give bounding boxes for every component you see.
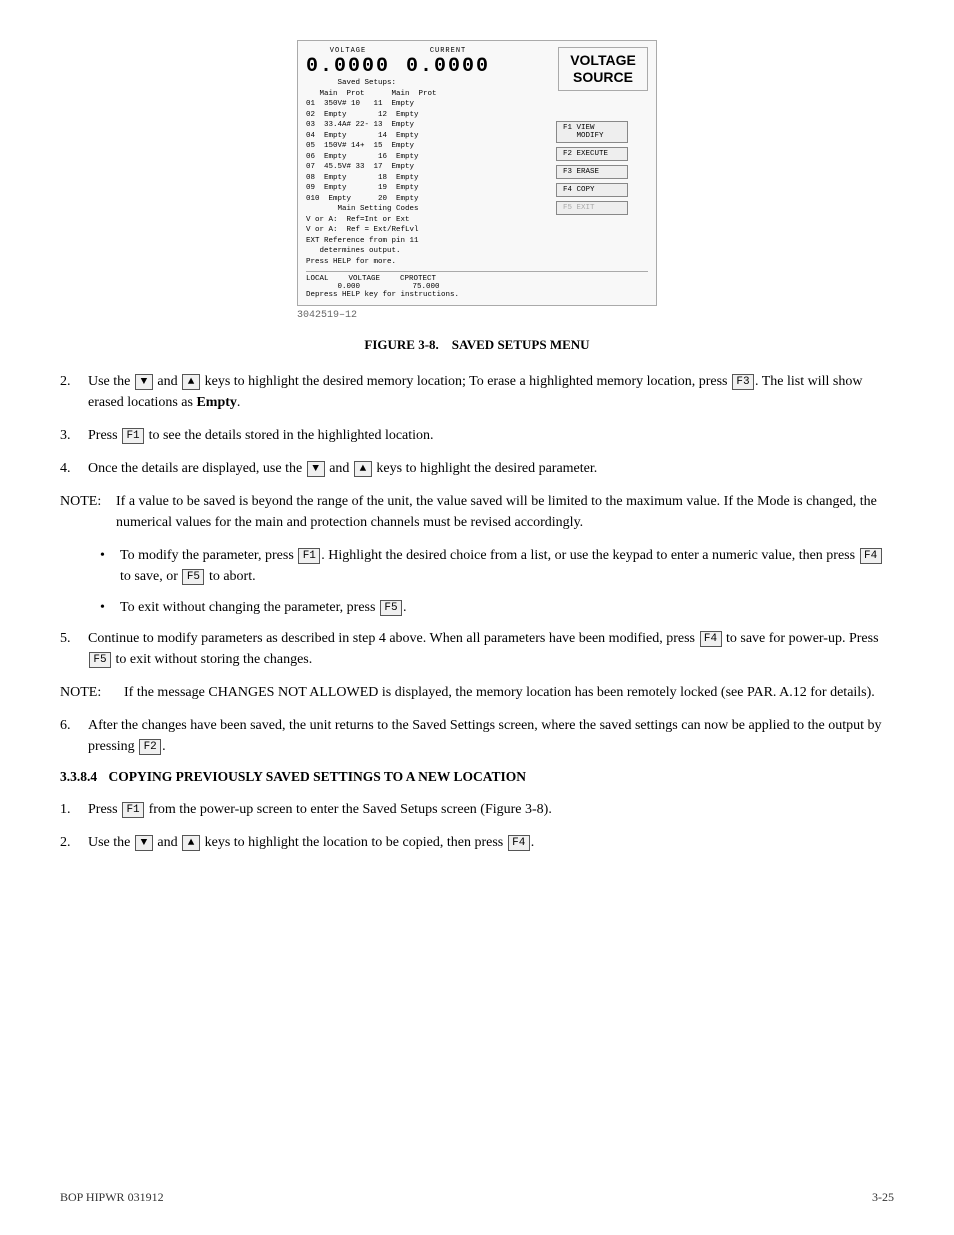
f5-exit-button[interactable]: F5 EXIT (556, 201, 628, 215)
item-number-5: 5. (60, 628, 88, 670)
f1-key-badge-3: F1 (122, 428, 144, 444)
figure-container: VOLTAGE 0.0000 CURRENT 0.0000 Saved Setu… (60, 40, 894, 321)
status-protect-val: 75.000 (390, 283, 440, 291)
instrument-figure: VOLTAGE 0.0000 CURRENT 0.0000 Saved Setu… (297, 40, 657, 306)
source-label: VOLTAGESOURCE (558, 47, 648, 91)
f4-key-badge-b1: F4 (860, 548, 882, 564)
status-voltage-val: 0.000 (306, 283, 360, 291)
bullet-item-2: • To exit without changing the parameter… (100, 597, 894, 618)
item-content-4: Once the details are displayed, use the … (88, 458, 894, 479)
up-arrow-key: ▲ (182, 374, 200, 390)
instrument-screen: VOLTAGE 0.0000 CURRENT 0.0000 Saved Setu… (297, 40, 657, 306)
down-arrow-key-s2: ▼ (135, 835, 153, 851)
f4-key-badge-s2: F4 (508, 835, 530, 851)
menu-content: Saved Setups: Main Prot Main Prot 01 350… (306, 78, 542, 267)
voltage-label: VOLTAGE (330, 47, 366, 55)
f4-key-badge-5: F4 (700, 631, 722, 647)
section-item-content-2: Use the ▼ and ▲ keys to highlight the lo… (88, 832, 894, 853)
note-block-2: NOTE: If the message CHANGES NOT ALLOWED… (60, 682, 894, 703)
note-label-2: NOTE: (60, 682, 116, 703)
list-item-2: 2. Use the ▼ and ▲ keys to highlight the… (60, 371, 894, 413)
status-type: VOLTAGE (349, 275, 381, 283)
f4-copy-button[interactable]: F4 COPY (556, 183, 628, 197)
list-item-5: 5. Continue to modify parameters as desc… (60, 628, 894, 670)
bullet-dot-1: • (100, 545, 120, 587)
section-item-number-1: 1. (60, 799, 88, 820)
bullet-content-1: To modify the parameter, press F1. Highl… (120, 545, 894, 587)
current-label: CURRENT (430, 47, 466, 55)
item-number-4: 4. (60, 458, 88, 479)
list-item-6: 6. After the changes have been saved, th… (60, 715, 894, 757)
page-footer: BOP HIPWR 031912 3-25 (60, 1190, 894, 1205)
content-section: 2. Use the ▼ and ▲ keys to highlight the… (60, 371, 894, 853)
section-list-item-1: 1. Press F1 from the power-up screen to … (60, 799, 894, 820)
f2-key-badge-6: F2 (139, 739, 161, 755)
status-bar: LOCAL VOLTAGE CPROTECT (306, 271, 648, 283)
f5-key-badge-5: F5 (89, 652, 111, 668)
footer-left: BOP HIPWR 031912 (60, 1190, 164, 1205)
bullet-dot-2: • (100, 597, 120, 618)
current-reading: CURRENT 0.0000 (406, 47, 490, 78)
f1-key-badge-s1: F1 (122, 802, 144, 818)
section-item-content-1: Press F1 from the power-up screen to ent… (88, 799, 894, 820)
section-title-3384: COPYING PREVIOUSLY SAVED SETTINGS TO A N… (109, 769, 527, 784)
section-list-item-2: 2. Use the ▼ and ▲ keys to highlight the… (60, 832, 894, 853)
section-heading-3384: 3.3.8.4 COPYING PREVIOUSLY SAVED SETTING… (60, 769, 894, 785)
item-number-3: 3. (60, 425, 88, 446)
status-values: 0.000 75.000 (306, 283, 648, 291)
note-content-1: If a value to be saved is beyond the ran… (116, 491, 894, 533)
current-value: 0.0000 (406, 55, 490, 78)
note-block-1: NOTE: If a value to be saved is beyond t… (60, 491, 894, 533)
figure-caption: FIGURE 3-8. SAVED SETUPS MENU (60, 337, 894, 353)
item-content-5: Continue to modify parameters as describ… (88, 628, 894, 670)
note-content-2: If the message CHANGES NOT ALLOWED is di… (124, 682, 894, 703)
status-protect: CPROTECT (400, 275, 436, 283)
item-number-2: 2. (60, 371, 88, 413)
voltage-reading: VOLTAGE 0.0000 (306, 47, 390, 78)
f5-key-badge-b2: F5 (380, 600, 402, 616)
up-arrow-key-s2: ▲ (182, 835, 200, 851)
footer-right: 3-25 (872, 1190, 894, 1205)
section-item-number-2: 2. (60, 832, 88, 853)
item-number-6: 6. (60, 715, 88, 757)
note-label-1: NOTE: (60, 491, 116, 533)
f1-key-badge-b1: F1 (298, 548, 320, 564)
section-number-3384: 3.3.8.4 (60, 769, 97, 784)
item-content-2: Use the ▼ and ▲ keys to highlight the de… (88, 371, 894, 413)
voltage-value: 0.0000 (306, 55, 390, 78)
item-content-6: After the changes have been saved, the u… (88, 715, 894, 757)
item-content-3: Press F1 to see the details stored in th… (88, 425, 894, 446)
down-arrow-key-4: ▼ (307, 461, 325, 477)
list-item-3: 3. Press F1 to see the details stored in… (60, 425, 894, 446)
f3-key-badge: F3 (732, 374, 754, 390)
f2-execute-button[interactable]: F2 EXECUTE (556, 147, 628, 161)
bullet-content-2: To exit without changing the parameter, … (120, 597, 894, 618)
f5-key-badge-b1: F5 (182, 569, 204, 585)
screen-footer-text: Depress HELP key for instructions. (306, 291, 648, 299)
figure-number: 3042519–12 (297, 310, 657, 321)
f1-view-button[interactable]: F1 VIEW MODIFY (556, 121, 628, 143)
down-arrow-key: ▼ (135, 374, 153, 390)
f3-erase-button[interactable]: F3 ERASE (556, 165, 628, 179)
bullet-item-1: • To modify the parameter, press F1. Hig… (100, 545, 894, 587)
empty-bold: Empty (196, 395, 236, 410)
status-mode: LOCAL (306, 275, 329, 283)
list-item-4: 4. Once the details are displayed, use t… (60, 458, 894, 479)
up-arrow-key-4: ▲ (354, 461, 372, 477)
function-buttons: F1 VIEW MODIFY F2 EXECUTE F3 ERASE F4 CO… (556, 121, 628, 215)
